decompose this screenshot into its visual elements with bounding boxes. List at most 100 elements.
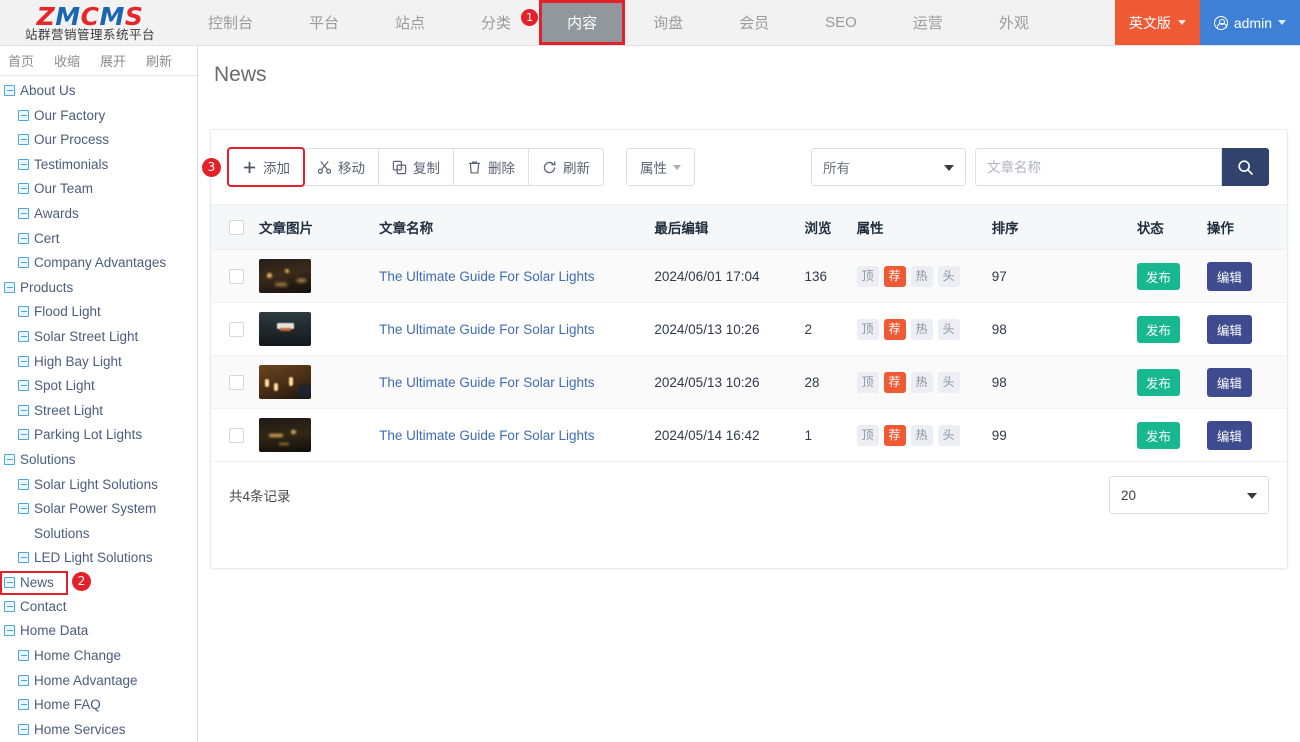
copy-button[interactable]: 复制 bbox=[378, 148, 454, 186]
attr-badge-headline[interactable]: 头 bbox=[937, 318, 960, 340]
status-badge[interactable]: 发布 bbox=[1136, 262, 1180, 290]
nav-item-sites[interactable]: 站点 bbox=[367, 0, 453, 45]
delete-button[interactable]: 删除 bbox=[453, 148, 529, 186]
minus-box-icon[interactable] bbox=[18, 429, 29, 441]
sidebar-item-parking-lot-lights[interactable]: Parking Lot Lights bbox=[0, 423, 197, 448]
minus-box-icon[interactable] bbox=[18, 330, 29, 342]
sidebar-tool-refresh[interactable]: 刷新 bbox=[146, 51, 172, 70]
row-checkbox[interactable] bbox=[229, 268, 244, 284]
minus-box-icon[interactable] bbox=[4, 85, 15, 96]
row-sort[interactable]: 98 bbox=[991, 302, 1137, 356]
user-menu-button[interactable]: admin bbox=[1199, 0, 1300, 45]
page-size-select[interactable]: 20 bbox=[1109, 476, 1269, 514]
nav-item-members[interactable]: 会员 bbox=[711, 0, 797, 45]
attr-badge-headline[interactable]: 头 bbox=[937, 265, 960, 287]
sidebar-item-testimonials[interactable]: Testimonials bbox=[0, 153, 197, 178]
sidebar-tool-collapse[interactable]: 收缩 bbox=[54, 51, 80, 70]
sidebar-item-home-advantage[interactable]: Home Advantage bbox=[0, 669, 197, 694]
nav-item-categories[interactable]: 分类 1 bbox=[453, 0, 539, 45]
article-name-link[interactable]: The Ultimate Guide For Solar Lights bbox=[379, 269, 594, 284]
sidebar-item-awards[interactable]: Awards bbox=[0, 202, 197, 227]
article-thumbnail[interactable] bbox=[259, 259, 312, 293]
select-all-checkbox[interactable] bbox=[229, 219, 244, 235]
minus-box-icon[interactable] bbox=[18, 380, 29, 392]
sidebar-item-street-light[interactable]: Street Light bbox=[0, 399, 197, 424]
row-sort[interactable]: 99 bbox=[991, 408, 1137, 462]
minus-box-icon[interactable] bbox=[18, 478, 29, 490]
attr-badge-recommend[interactable]: 荐 bbox=[883, 424, 906, 446]
article-name-link[interactable]: The Ultimate Guide For Solar Lights bbox=[379, 322, 594, 337]
search-submit-button[interactable] bbox=[1222, 148, 1269, 186]
sidebar-item-home-data[interactable]: Home Data bbox=[0, 619, 197, 644]
minus-box-icon[interactable] bbox=[4, 281, 15, 293]
sidebar-item-solar-light-solutions[interactable]: Solar Light Solutions bbox=[0, 473, 197, 498]
edit-button[interactable]: 编辑 bbox=[1206, 367, 1252, 397]
attr-badge-recommend[interactable]: 荐 bbox=[883, 371, 906, 393]
minus-box-icon[interactable] bbox=[18, 109, 29, 121]
minus-box-icon[interactable] bbox=[4, 625, 15, 637]
article-thumbnail[interactable] bbox=[259, 312, 312, 346]
attr-badge-hot[interactable]: 热 bbox=[910, 371, 933, 393]
sidebar-item-cert[interactable]: Cert bbox=[0, 227, 197, 252]
article-thumbnail[interactable] bbox=[259, 365, 312, 399]
attr-badge-headline[interactable]: 头 bbox=[937, 371, 960, 393]
minus-box-icon[interactable] bbox=[4, 453, 15, 465]
minus-box-icon[interactable] bbox=[18, 207, 29, 219]
minus-box-icon[interactable] bbox=[18, 723, 29, 735]
minus-box-icon[interactable] bbox=[4, 600, 15, 612]
edit-button[interactable]: 编辑 bbox=[1206, 420, 1252, 450]
attr-badge-top[interactable]: 顶 bbox=[856, 265, 879, 287]
attr-badge-top[interactable]: 顶 bbox=[856, 424, 879, 446]
search-input[interactable] bbox=[975, 148, 1222, 186]
sidebar-item-news[interactable]: News bbox=[0, 570, 68, 595]
minus-box-icon[interactable] bbox=[18, 650, 29, 662]
attr-badge-top[interactable]: 顶 bbox=[856, 371, 879, 393]
sidebar-item-contact[interactable]: Contact bbox=[0, 595, 197, 620]
minus-box-icon[interactable] bbox=[18, 183, 29, 195]
minus-box-icon[interactable] bbox=[18, 699, 29, 711]
nav-item-inquiry[interactable]: 询盘 bbox=[625, 0, 711, 45]
sidebar-item-our-factory[interactable]: Our Factory bbox=[0, 104, 197, 129]
sidebar-item-high-bay-light[interactable]: High Bay Light bbox=[0, 350, 197, 375]
attr-badge-headline[interactable]: 头 bbox=[937, 424, 960, 446]
row-sort[interactable]: 97 bbox=[991, 249, 1137, 303]
minus-box-icon[interactable] bbox=[18, 306, 29, 318]
sidebar-item-our-team[interactable]: Our Team bbox=[0, 177, 197, 202]
attr-badge-hot[interactable]: 热 bbox=[910, 424, 933, 446]
nav-item-operations[interactable]: 运营 bbox=[885, 0, 971, 45]
minus-box-icon[interactable] bbox=[18, 552, 29, 564]
attr-badge-recommend[interactable]: 荐 bbox=[883, 318, 906, 340]
nav-item-appearance[interactable]: 外观 bbox=[971, 0, 1057, 45]
row-checkbox[interactable] bbox=[229, 374, 244, 390]
refresh-button[interactable]: 刷新 bbox=[528, 148, 604, 186]
row-checkbox[interactable] bbox=[229, 321, 244, 337]
row-sort[interactable]: 98 bbox=[991, 355, 1137, 409]
table-row[interactable]: The Ultimate Guide For Solar Lights 2024… bbox=[211, 408, 1287, 462]
sidebar-item-spot-light[interactable]: Spot Light bbox=[0, 374, 197, 399]
sidebar-tool-expand[interactable]: 展开 bbox=[100, 51, 126, 70]
edit-button[interactable]: 编辑 bbox=[1206, 314, 1252, 344]
add-button[interactable]: 添加 bbox=[227, 147, 305, 187]
article-name-link[interactable]: The Ultimate Guide For Solar Lights bbox=[379, 375, 594, 390]
sidebar-item-our-process[interactable]: Our Process bbox=[0, 128, 197, 153]
status-badge[interactable]: 发布 bbox=[1136, 368, 1180, 396]
sidebar-item-products[interactable]: Products bbox=[0, 276, 197, 301]
sidebar-item-company-advantages[interactable]: Company Advantages bbox=[0, 251, 197, 276]
search-scope-select[interactable]: 所有 bbox=[811, 148, 966, 186]
minus-box-icon[interactable] bbox=[18, 503, 29, 515]
attr-badge-top[interactable]: 顶 bbox=[856, 318, 879, 340]
nav-item-platform[interactable]: 平台 bbox=[281, 0, 367, 45]
table-row[interactable]: The Ultimate Guide For Solar Lights 2024… bbox=[211, 355, 1287, 409]
minus-box-icon[interactable] bbox=[18, 232, 29, 244]
attr-badge-hot[interactable]: 热 bbox=[910, 318, 933, 340]
sidebar-item-led-light-solutions[interactable]: LED Light Solutions bbox=[0, 546, 197, 571]
app-logo[interactable]: ZMCMS 站群营销管理系统平台 bbox=[0, 0, 180, 46]
move-button[interactable]: 移动 bbox=[303, 148, 379, 186]
minus-box-icon[interactable] bbox=[18, 404, 29, 416]
sidebar-item-solar-power-system-solutions[interactable]: Solar Power System Solutions bbox=[0, 497, 197, 546]
minus-box-icon[interactable] bbox=[18, 674, 29, 686]
sidebar-item-about-us[interactable]: About Us bbox=[0, 79, 197, 104]
sidebar-item-home-change[interactable]: Home Change bbox=[0, 644, 197, 669]
nav-item-content[interactable]: 内容 bbox=[539, 0, 626, 45]
minus-box-icon[interactable] bbox=[18, 355, 29, 367]
